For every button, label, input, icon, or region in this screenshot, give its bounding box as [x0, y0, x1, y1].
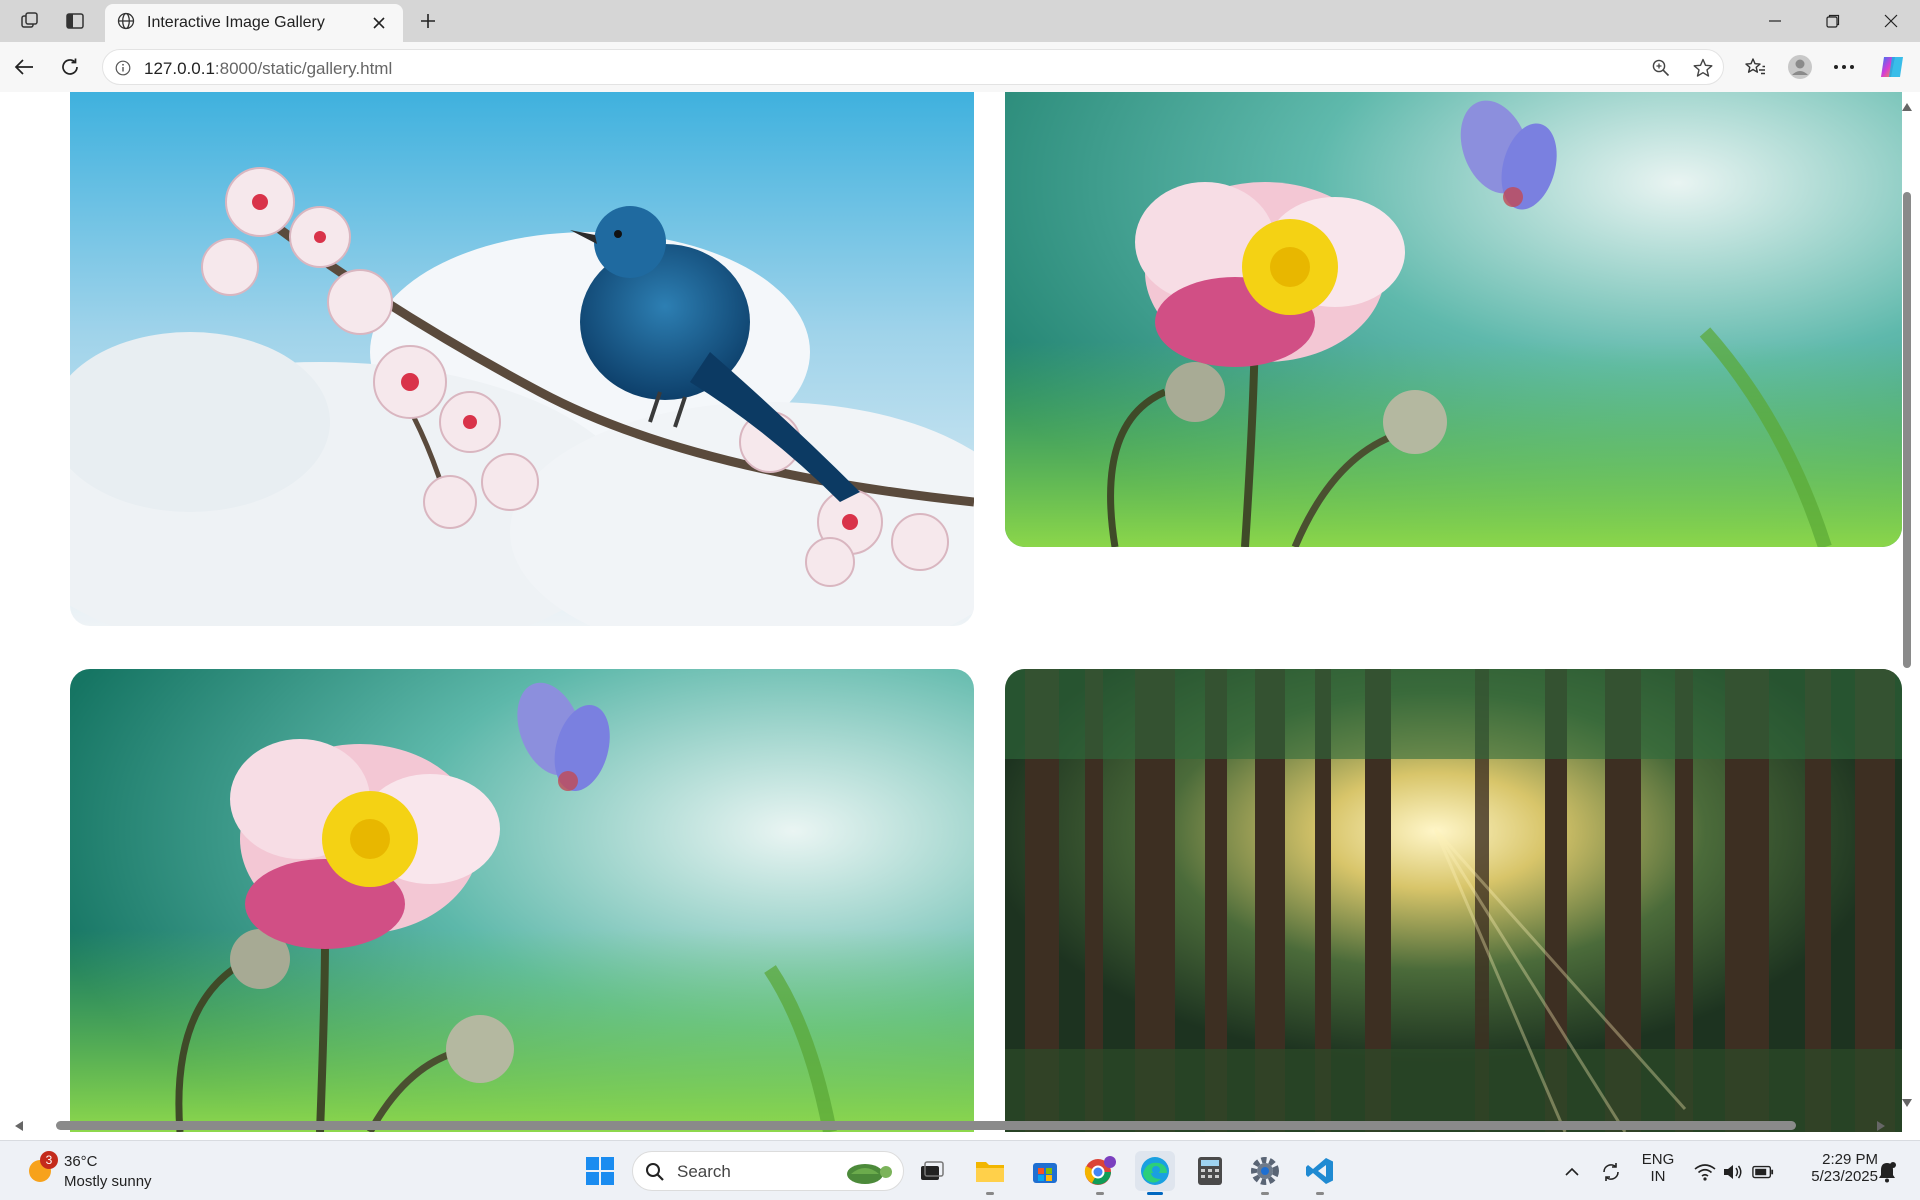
calculator-button[interactable] [1190, 1151, 1230, 1191]
close-tab-icon[interactable] [367, 11, 391, 35]
minimize-icon[interactable] [1746, 0, 1804, 42]
vertical-scrollbar-thumb[interactable] [1903, 192, 1911, 668]
scroll-right-arrow-icon[interactable] [1874, 1119, 1888, 1133]
page-viewport [0, 92, 1920, 1132]
start-button[interactable] [580, 1151, 620, 1191]
edge-button[interactable] [1135, 1151, 1175, 1195]
browser-tab-bar: Interactive Image Gallery [0, 0, 1920, 42]
scroll-left-arrow-icon[interactable] [12, 1119, 26, 1133]
windows-logo-icon [586, 1157, 614, 1185]
battery-icon[interactable] [1752, 1161, 1774, 1183]
gallery-image-bluebird[interactable] [70, 92, 974, 626]
url-path: :8000/static/gallery.html [214, 59, 393, 78]
clock[interactable]: 2:29 PM 5/23/2025 [1788, 1151, 1878, 1185]
calculator-icon [1198, 1157, 1222, 1185]
chevron-up-icon[interactable] [1561, 1161, 1583, 1183]
back-icon[interactable] [8, 51, 40, 83]
turtle-highlight-icon [847, 1164, 892, 1184]
notification-bell-icon[interactable] [1876, 1161, 1898, 1183]
file-explorer-button[interactable] [970, 1151, 1010, 1195]
task-view-icon [921, 1161, 944, 1180]
restore-icon[interactable] [1804, 0, 1862, 42]
address-bar[interactable]: 127.0.0.1:8000/static/gallery.html [102, 49, 1724, 85]
wifi-icon[interactable] [1694, 1161, 1716, 1183]
weather-condition: Mostly sunny [64, 1173, 152, 1190]
edge-icon [1141, 1157, 1169, 1185]
refresh-icon[interactable] [54, 51, 86, 83]
running-indicator [986, 1192, 994, 1195]
url-host: 127.0.0.1 [144, 59, 215, 78]
active-indicator [1147, 1192, 1163, 1195]
profile-avatar-icon[interactable] [1784, 51, 1816, 83]
search-label: Search [677, 1162, 731, 1181]
gear-icon [1251, 1157, 1279, 1185]
horizontal-scrollbar-thumb[interactable] [56, 1121, 1796, 1130]
vscode-icon [1306, 1158, 1333, 1184]
weather-temperature: 36°C [64, 1153, 98, 1170]
browser-toolbar: 127.0.0.1:8000/static/gallery.html [0, 42, 1920, 92]
gallery-image-forest[interactable] [1005, 669, 1902, 1132]
tab-title: Interactive Image Gallery [147, 14, 325, 31]
notification-badge: 3 [40, 1151, 58, 1169]
favorite-star-icon[interactable] [1691, 56, 1715, 80]
zoom-icon[interactable] [1649, 56, 1673, 80]
close-window-icon[interactable] [1862, 0, 1920, 42]
favorites-icon[interactable] [1739, 51, 1771, 83]
volume-icon[interactable] [1722, 1161, 1744, 1183]
chrome-icon [1084, 1156, 1116, 1185]
weather-widget[interactable]: 3 36°C Mostly sunny [26, 1149, 186, 1193]
search-icon [646, 1163, 664, 1181]
sync-icon[interactable] [1600, 1161, 1622, 1183]
copilot-icon[interactable] [1876, 51, 1908, 83]
folder-icon [976, 1162, 1004, 1182]
gallery-image-anemone-2[interactable] [70, 669, 974, 1132]
task-view-button[interactable] [912, 1151, 952, 1191]
language-indicator[interactable]: ENG IN [1640, 1151, 1676, 1185]
clock-date: 5/23/2025 [1811, 1168, 1878, 1185]
store-icon [1033, 1163, 1057, 1183]
taskbar-search[interactable]: Search [632, 1151, 904, 1191]
vertical-tabs-icon[interactable] [61, 8, 89, 34]
globe-icon [117, 12, 135, 35]
more-menu-icon[interactable] [1828, 51, 1860, 83]
workspaces-icon[interactable] [16, 8, 44, 34]
scroll-up-arrow-icon[interactable] [1900, 101, 1914, 113]
running-indicator [1096, 1192, 1104, 1195]
active-tab[interactable]: Interactive Image Gallery [105, 4, 403, 42]
vscode-button[interactable] [1300, 1151, 1340, 1195]
language-code: ENG [1641, 1151, 1675, 1168]
windows-taskbar: 3 36°C Mostly sunny Search ENG IN 2:29 P… [0, 1140, 1920, 1200]
gallery-image-anemone-1[interactable] [1005, 92, 1902, 547]
running-indicator [1316, 1192, 1324, 1195]
clock-time: 2:29 PM [1822, 1151, 1878, 1168]
chrome-button[interactable] [1080, 1151, 1120, 1195]
scroll-down-arrow-icon[interactable] [1900, 1097, 1914, 1109]
language-region: IN [1650, 1168, 1666, 1185]
running-indicator [1261, 1192, 1269, 1195]
store-button[interactable] [1025, 1151, 1065, 1191]
url-text[interactable]: 127.0.0.1:8000/static/gallery.html [144, 59, 392, 79]
settings-button[interactable] [1245, 1151, 1285, 1195]
site-info-icon[interactable] [113, 58, 133, 78]
new-tab-icon[interactable] [414, 8, 442, 34]
